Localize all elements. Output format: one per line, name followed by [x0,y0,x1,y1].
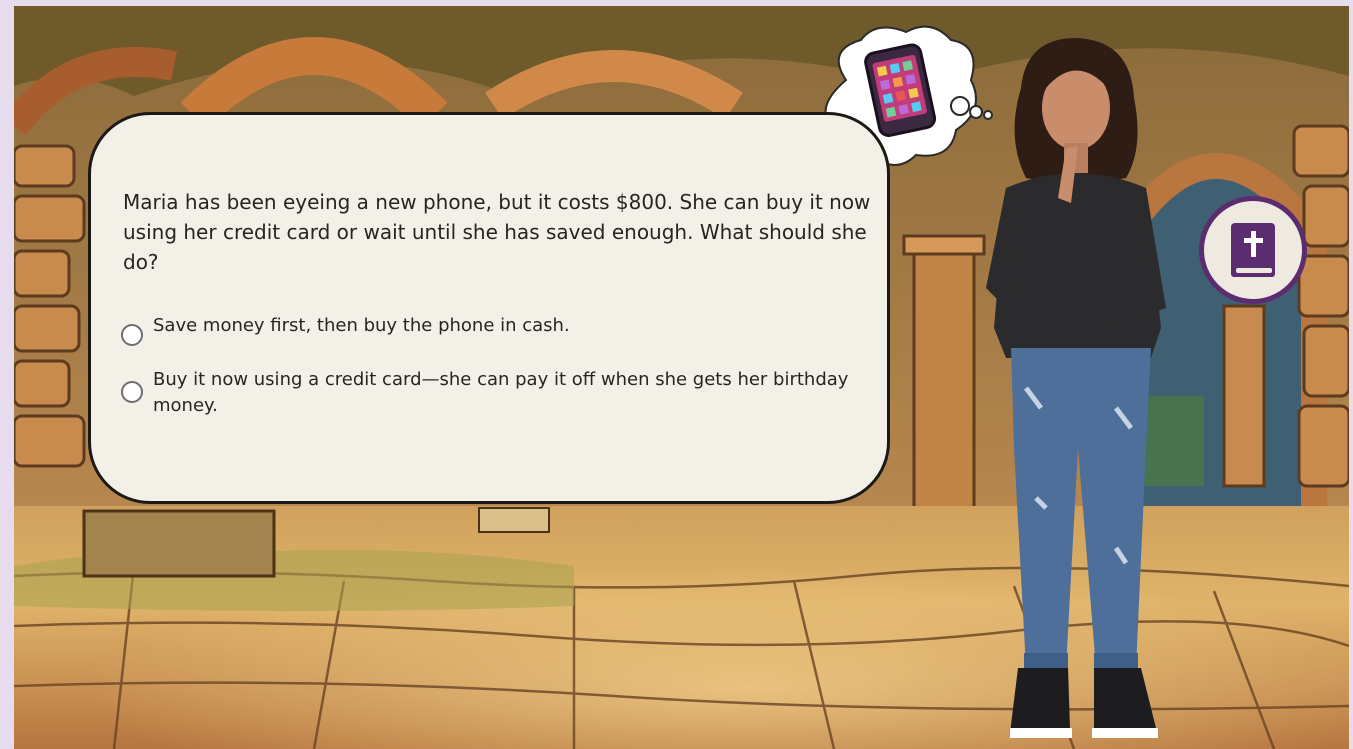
bible-book-icon [1231,223,1275,277]
question-text: Maria has been eyeing a new phone, but i… [123,190,871,274]
answer-option-2-label: Buy it now using a credit card—she can p… [153,369,849,416]
answer-option-2[interactable]: Buy it now using a credit card—she can p… [121,367,853,419]
game-viewport: Maria has been eyeing a new phone, but i… [14,6,1349,749]
bible-book-button[interactable] [1199,196,1307,304]
answer-option-1-label: Save money first, then buy the phone in … [153,315,570,336]
radio-button-2[interactable] [121,381,143,403]
radio-button-1[interactable] [121,324,143,346]
question-dialog: Maria has been eyeing a new phone, but i… [88,112,890,504]
answer-option-1[interactable]: Save money first, then buy the phone in … [121,313,853,346]
maria-character [986,38,1166,738]
